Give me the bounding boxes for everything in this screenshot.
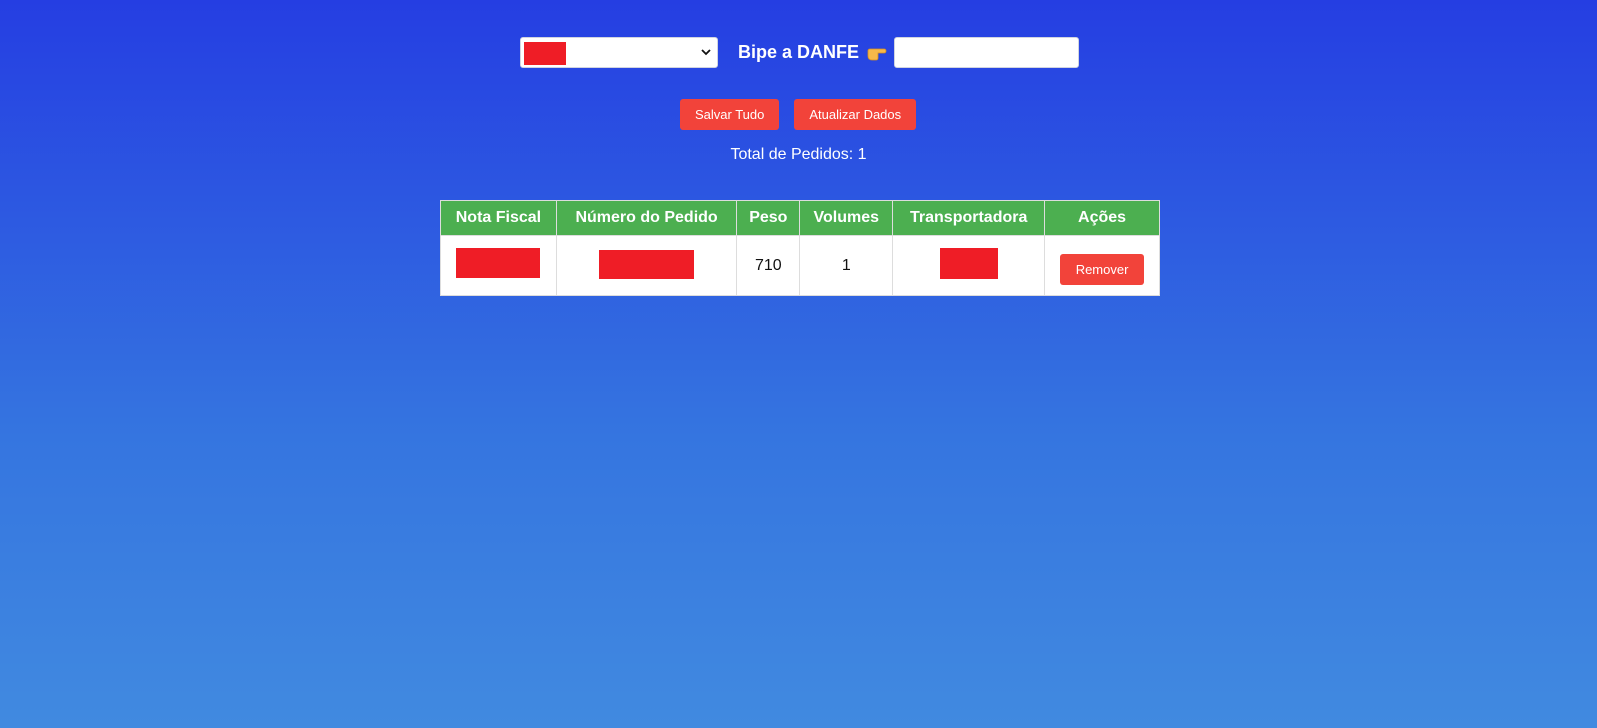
cell-volumes: 1 — [799, 235, 894, 296]
redacted-nota-fiscal — [456, 248, 541, 278]
remove-button[interactable]: Remover — [1060, 254, 1145, 285]
redacted-select-value — [524, 42, 566, 65]
redacted-transportadora — [939, 247, 998, 279]
table-header-row: Nota Fiscal Número do Pedido Peso Volume… — [440, 200, 1160, 236]
cell-nota-fiscal — [440, 235, 557, 296]
total-orders-text: Total de Pedidos: 1 — [730, 146, 867, 163]
refresh-data-button[interactable]: Atualizar Dados — [794, 99, 917, 130]
cell-acoes: Remover — [1044, 235, 1160, 296]
scan-danfe-text: Bipe a DANFE — [738, 42, 860, 62]
action-buttons: Salvar Tudo Atualizar Dados — [680, 99, 917, 130]
pointing-right-icon — [867, 45, 887, 61]
table-row: 710 1 Remover — [440, 235, 1160, 296]
danfe-scan-input[interactable] — [894, 37, 1080, 68]
chevron-down-icon — [699, 44, 713, 60]
column-header-acoes: Ações — [1044, 200, 1160, 236]
column-header-peso: Peso — [736, 200, 801, 236]
column-header-nota-fiscal: Nota Fiscal — [440, 200, 557, 236]
column-header-transportadora: Transportadora — [892, 200, 1046, 236]
orders-table: Nota Fiscal Número do Pedido Peso Volume… — [440, 200, 1160, 296]
column-header-volumes: Volumes — [799, 200, 894, 236]
save-all-button[interactable]: Salvar Tudo — [680, 99, 780, 130]
store-select[interactable] — [520, 37, 718, 68]
cell-numero-pedido — [555, 235, 738, 296]
scan-toolbar: Bipe a DANFE — [520, 36, 1080, 69]
cell-transportadora — [892, 235, 1046, 296]
scan-danfe-label: Bipe a DANFE — [738, 42, 887, 63]
column-header-numero-pedido: Número do Pedido — [555, 200, 738, 236]
redacted-numero-pedido — [599, 249, 695, 279]
cell-peso: 710 — [736, 235, 801, 296]
